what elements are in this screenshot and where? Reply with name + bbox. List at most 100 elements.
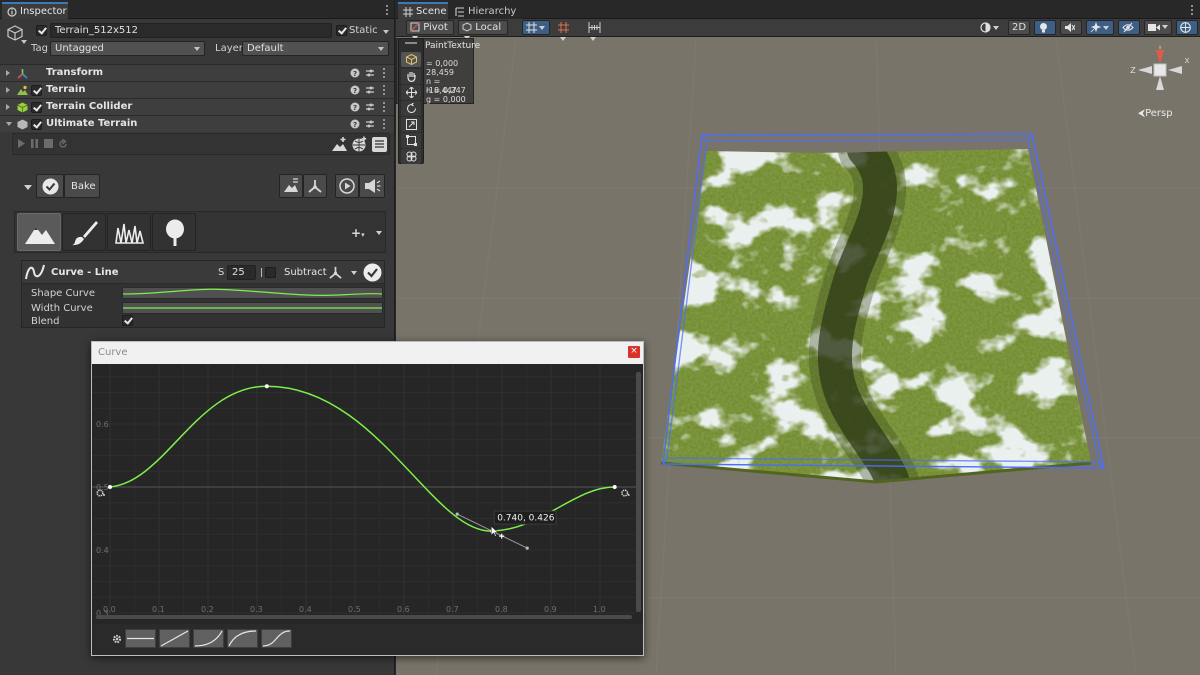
audio-button[interactable] xyxy=(1060,20,1082,35)
preset-ease-in-out[interactable] xyxy=(261,629,292,648)
tool-strip-handle[interactable] xyxy=(405,42,417,44)
invert-checkbox[interactable] xyxy=(265,267,276,278)
component-menu-icon[interactable] xyxy=(383,102,386,112)
component-enabled-checkbox[interactable] xyxy=(31,85,42,96)
static-checkbox[interactable] xyxy=(336,25,347,36)
preset-ease-in[interactable] xyxy=(193,629,224,648)
foldout-arrow-icon[interactable] xyxy=(6,87,10,93)
shading-mode-button[interactable] xyxy=(976,20,1004,35)
static-dropdown-arrow-icon[interactable] xyxy=(383,30,389,34)
anchor-icon[interactable] xyxy=(328,265,343,280)
tool-rect[interactable] xyxy=(401,133,421,148)
mode-2d-button[interactable]: 2D xyxy=(1008,20,1030,35)
add-terrain-icon[interactable] xyxy=(331,136,348,153)
component-menu-icon[interactable] xyxy=(383,119,386,129)
stop-icon[interactable] xyxy=(44,139,53,148)
operation-header: Curve - Line S 25 Subtract xyxy=(22,261,384,284)
foldout-arrow-icon[interactable] xyxy=(6,104,10,110)
layer-dropdown[interactable]: Default xyxy=(242,41,389,56)
brush-tab-sculpt[interactable] xyxy=(17,213,61,251)
preset-linear[interactable] xyxy=(159,629,190,648)
tool-custom[interactable] xyxy=(401,149,421,164)
local-dropdown[interactable]: Local xyxy=(458,20,508,40)
play-preview-button[interactable] xyxy=(335,174,359,198)
component-menu-icon[interactable] xyxy=(383,85,386,95)
curve-titlebar[interactable]: Curve × xyxy=(92,342,643,364)
lighting-button[interactable] xyxy=(1034,20,1056,35)
horizontal-scrollbar[interactable] xyxy=(96,615,632,619)
persp-label[interactable]: ⮜Persp xyxy=(1138,108,1173,119)
effects-button[interactable] xyxy=(1086,20,1114,35)
play-icon[interactable] xyxy=(17,139,26,148)
active-checkbox[interactable] xyxy=(36,25,47,36)
presets-icon[interactable] xyxy=(365,119,375,129)
help-icon[interactable]: ? xyxy=(350,102,360,112)
grid-snap-button[interactable] xyxy=(522,20,550,35)
tag-dropdown[interactable]: Untagged xyxy=(50,41,205,56)
foldout-arrow-icon[interactable] xyxy=(6,122,12,126)
object-name-field[interactable]: Terrain_512x512 xyxy=(50,23,332,38)
help-icon[interactable]: ? xyxy=(350,85,360,95)
pause-icon[interactable] xyxy=(30,139,39,148)
operations-dropdown-icon[interactable] xyxy=(376,231,382,235)
increment-snap-button[interactable] xyxy=(584,20,612,41)
blend-checkbox[interactable] xyxy=(122,315,133,326)
bake-options-dropdown-icon[interactable] xyxy=(24,185,32,190)
announce-button[interactable] xyxy=(359,174,385,198)
add-operation-button[interactable]: +▾ xyxy=(351,226,365,240)
bake-button[interactable]: Bake xyxy=(64,174,100,198)
component-menu-icon[interactable] xyxy=(383,68,386,78)
grid-toggle-button[interactable] xyxy=(554,20,580,41)
width-curve-field[interactable] xyxy=(122,302,383,314)
tool-view[interactable] xyxy=(401,52,421,67)
tool-scale[interactable] xyxy=(401,117,421,132)
gear-icon[interactable] xyxy=(112,634,122,644)
anchor-button[interactable] xyxy=(303,174,327,198)
gizmos-button[interactable] xyxy=(1176,20,1198,35)
add-globe-icon[interactable] xyxy=(351,136,368,153)
mode-dropdown-icon[interactable] xyxy=(351,271,357,275)
help-icon[interactable]: ? xyxy=(350,119,360,129)
vertical-scrollbar[interactable] xyxy=(636,372,641,612)
foldout-arrow-icon[interactable] xyxy=(6,70,10,76)
brush-tab-paint[interactable] xyxy=(62,213,106,251)
help-icon[interactable]: ? xyxy=(350,68,360,78)
tab-inspector[interactable]: Inspector xyxy=(2,2,68,19)
tool-rotate[interactable] xyxy=(401,101,421,116)
shape-curve-field[interactable] xyxy=(122,287,383,299)
pivot-dropdown[interactable]: Pivot xyxy=(406,20,454,40)
tool-move[interactable] xyxy=(401,85,421,100)
apply-check-icon[interactable] xyxy=(363,263,382,282)
close-button[interactable]: × xyxy=(628,346,640,358)
scene-menu-icon[interactable] xyxy=(1191,5,1194,15)
icon-dropdown-arrow-icon[interactable] xyxy=(21,40,27,44)
presets-icon[interactable] xyxy=(365,85,375,95)
component-name: Terrain Collider xyxy=(46,101,133,112)
hidden-objects-button[interactable] xyxy=(1118,20,1140,35)
component-transform[interactable]: Transform ? xyxy=(0,64,394,81)
preset-flat[interactable] xyxy=(125,629,156,648)
component-ultimate-terrain[interactable]: Ultimate Terrain ? xyxy=(0,115,394,132)
component-enabled-checkbox[interactable] xyxy=(31,119,42,130)
tab-hierarchy[interactable]: Hierarchy xyxy=(450,2,522,19)
tab-scene[interactable]: Scene xyxy=(398,2,448,19)
presets-icon[interactable] xyxy=(365,68,375,78)
document-icon[interactable] xyxy=(371,136,388,153)
tool-hand[interactable] xyxy=(401,69,421,84)
curve-editor[interactable]: 0.60.50.40.30.0 0.1 0.2 0.3 0.4 0.5 0.6 0.7 0.8 0… xyxy=(92,364,643,622)
validate-button[interactable] xyxy=(36,174,64,198)
reset-icon[interactable] xyxy=(58,139,68,149)
component-enabled-checkbox[interactable] xyxy=(31,102,42,113)
terrain-settings-button[interactable] xyxy=(279,174,303,198)
orientation-gizmo[interactable]: Y Z X xyxy=(1124,46,1194,102)
component-terrain-collider[interactable]: Terrain Collider ? xyxy=(0,98,394,115)
svg-text:?: ? xyxy=(353,104,357,112)
presets-icon[interactable] xyxy=(365,102,375,112)
component-terrain[interactable]: Terrain ? xyxy=(0,81,394,98)
preset-ease-out[interactable] xyxy=(227,629,258,648)
camera-button[interactable] xyxy=(1144,20,1172,35)
inspector-menu-icon[interactable] xyxy=(386,5,389,15)
brush-tab-trees[interactable] xyxy=(152,213,196,251)
brush-tab-grass[interactable] xyxy=(107,213,151,251)
size-field[interactable]: 25 xyxy=(227,265,256,280)
